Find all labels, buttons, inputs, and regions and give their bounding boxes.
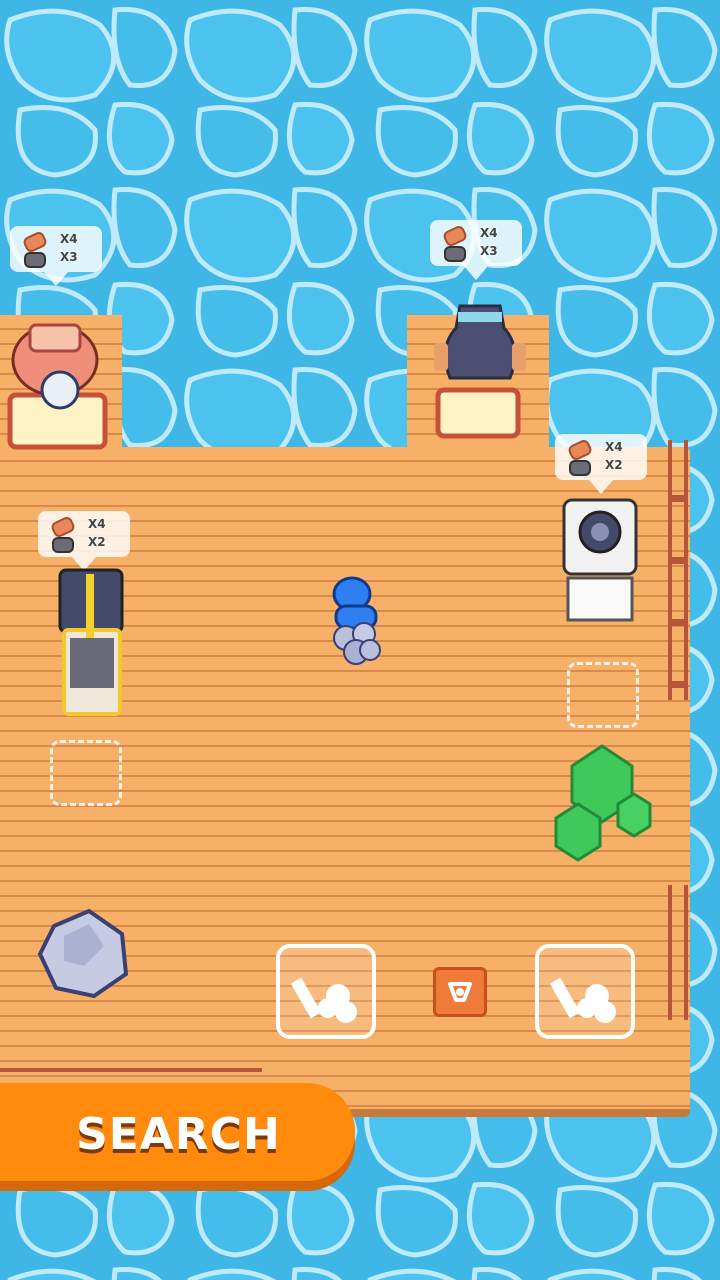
rock-boulder[interactable]	[34, 906, 134, 1001]
recycle-bin[interactable]	[433, 967, 487, 1017]
search-button-label: SEARCH	[76, 1109, 281, 1160]
rock-icon	[52, 537, 74, 553]
railing-right-lower	[668, 885, 688, 1020]
rock-icon	[444, 246, 466, 262]
sawmill-machine[interactable]	[5, 310, 115, 450]
railing-right	[668, 440, 688, 700]
crusher-machine[interactable]	[56, 568, 126, 718]
resource-card-left[interactable]	[276, 944, 376, 1039]
cost-tooltip-sawmill: X4 X3	[10, 226, 102, 286]
recycle-icon	[448, 982, 472, 1002]
tree[interactable]	[550, 742, 660, 867]
build-slot-right[interactable]	[567, 662, 639, 728]
resource-card-icon	[549, 977, 616, 1023]
cost-tooltip-furnace: X4 X3	[430, 220, 522, 280]
rock-icon	[569, 460, 591, 476]
cost-tooltip-press: X4 X2	[555, 434, 647, 494]
search-button[interactable]: SEARCH	[0, 1083, 355, 1181]
furnace-machine[interactable]	[430, 298, 530, 448]
press-machine[interactable]	[560, 498, 640, 628]
build-slot-left[interactable]	[50, 740, 122, 806]
rock-icon	[24, 252, 46, 268]
player-character	[332, 576, 381, 665]
cost-tooltip-crusher: X4 X2	[38, 511, 130, 571]
resource-card-icon	[290, 977, 357, 1023]
resource-card-right[interactable]	[535, 944, 635, 1039]
